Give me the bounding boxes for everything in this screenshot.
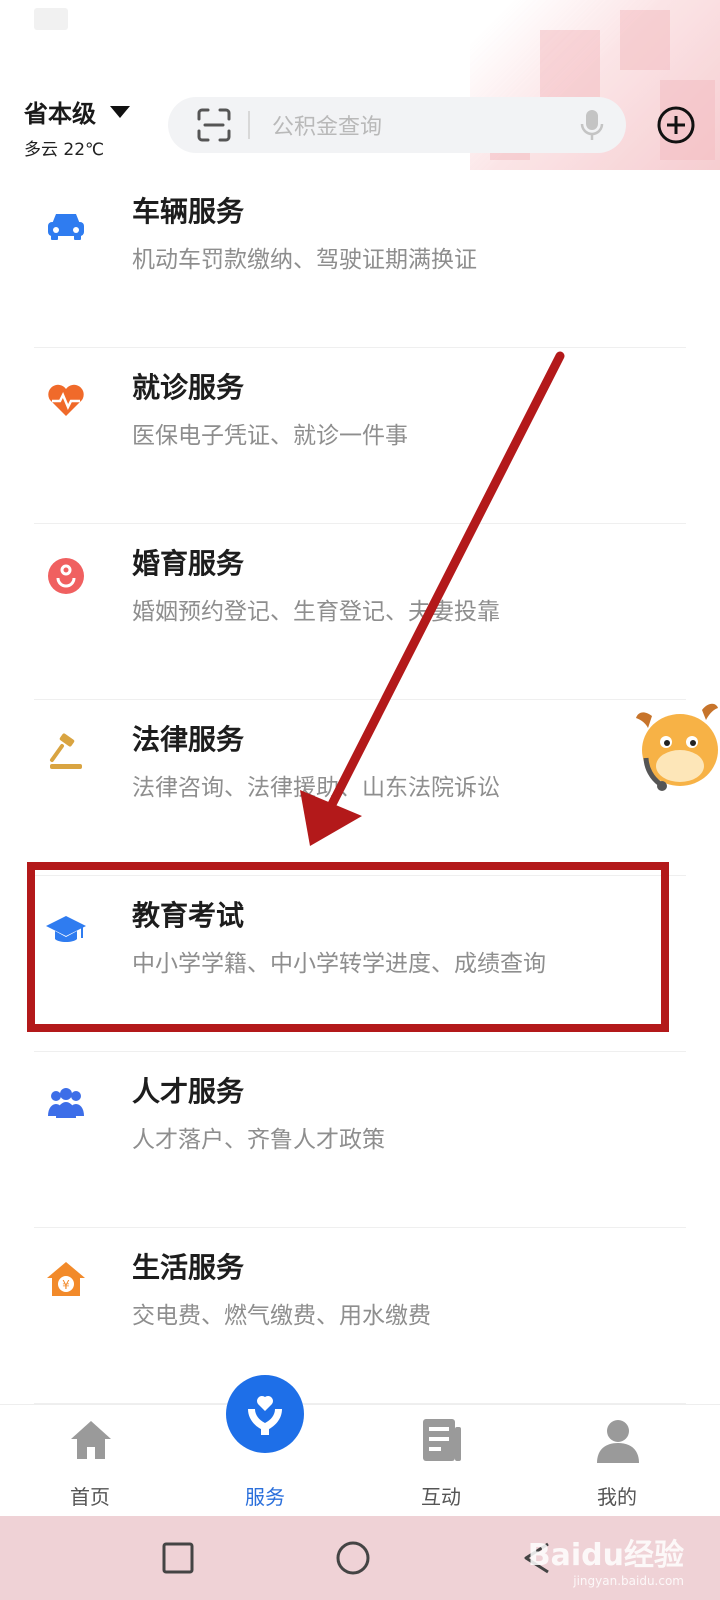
recent-apps-icon[interactable] <box>160 1540 196 1576</box>
tab-label: 服务 <box>245 1485 285 1509</box>
service-title: 人才服务 <box>132 1075 245 1108</box>
system-nav-bar: Baidu经验 jingyan.baidu.com <box>0 1516 720 1600</box>
service-item-talent[interactable]: 人才服务 人才落户、齐鲁人才政策 <box>0 1052 720 1228</box>
service-heart-icon <box>226 1375 304 1453</box>
search-input[interactable]: 公积金查询 <box>272 109 580 141</box>
service-title: 就诊服务 <box>132 371 245 404</box>
tab-home[interactable]: 首页 <box>30 1405 150 1517</box>
service-title: 生活服务 <box>132 1251 245 1284</box>
service-item-marriage[interactable]: 婚育服务 婚姻预约登记、生育登记、夫妻投靠 <box>0 524 720 700</box>
tab-service[interactable]: 服务 <box>205 1375 325 1517</box>
home-circle-icon[interactable] <box>335 1540 371 1576</box>
weather-text: 多云 22℃ <box>24 140 105 160</box>
tab-label: 首页 <box>70 1485 110 1509</box>
service-desc: 医保电子凭证、就诊一件事 <box>132 423 408 449</box>
tab-label: 互动 <box>421 1485 461 1509</box>
people-icon <box>48 1088 84 1118</box>
service-list: 车辆服务 机动车罚款缴纳、驾驶证期满换证 就诊服务 医保电子凭证、就诊一件事 婚… <box>0 172 720 1404</box>
marriage-icon <box>48 558 84 594</box>
add-plus-icon[interactable] <box>656 105 696 145</box>
scan-icon[interactable] <box>196 107 232 143</box>
tab-label: 我的 <box>597 1485 637 1509</box>
watermark: Baidu经验 jingyan.baidu.com <box>528 1530 684 1588</box>
service-title: 法律服务 <box>132 723 245 756</box>
user-icon <box>597 1420 639 1463</box>
bottom-tab-bar: 首页 服务 互动 我的 <box>0 1375 720 1517</box>
microphone-icon[interactable] <box>580 108 604 142</box>
caret-down-icon[interactable] <box>110 105 130 118</box>
search-divider <box>248 111 250 139</box>
home-icon <box>71 1421 111 1459</box>
service-title: 车辆服务 <box>132 195 245 228</box>
service-desc: 交电费、燃气缴费、用水缴费 <box>132 1303 431 1329</box>
service-desc: 人才落户、齐鲁人才政策 <box>132 1127 385 1153</box>
region-name[interactable]: 省本级 <box>24 94 96 129</box>
service-item-legal[interactable]: 法律服务 法律咨询、法律援助、山东法院诉讼 <box>0 700 720 876</box>
mascot-assistant-icon[interactable] <box>632 696 720 804</box>
service-desc: 婚姻预约登记、生育登记、夫妻投靠 <box>132 599 500 625</box>
document-icon <box>423 1419 461 1461</box>
region-selector[interactable]: 省本级 多云 22℃ <box>24 94 130 160</box>
service-title: 婚育服务 <box>132 547 245 580</box>
service-item-vehicle[interactable]: 车辆服务 机动车罚款缴纳、驾驶证期满换证 <box>0 172 720 348</box>
status-bar <box>34 8 68 30</box>
service-desc: 机动车罚款缴纳、驾驶证期满换证 <box>132 247 477 273</box>
watermark-main: Baidu经验 <box>527 1538 684 1573</box>
highlight-box <box>27 862 669 1032</box>
house-yen-icon: ¥ <box>47 1262 85 1296</box>
svg-text:¥: ¥ <box>62 1278 70 1292</box>
heart-pulse-icon <box>48 384 84 416</box>
search-bar[interactable]: 公积金查询 <box>168 97 626 153</box>
tab-interaction[interactable]: 互动 <box>381 1405 501 1517</box>
tab-mine[interactable]: 我的 <box>557 1405 677 1517</box>
service-desc: 法律咨询、法律援助、山东法院诉讼 <box>132 775 500 801</box>
service-item-life[interactable]: ¥ 生活服务 交电费、燃气缴费、用水缴费 <box>0 1228 720 1404</box>
service-item-medical[interactable]: 就诊服务 医保电子凭证、就诊一件事 <box>0 348 720 524</box>
watermark-sub: jingyan.baidu.com <box>573 1574 684 1588</box>
car-icon <box>48 214 84 240</box>
gavel-icon <box>50 733 82 769</box>
